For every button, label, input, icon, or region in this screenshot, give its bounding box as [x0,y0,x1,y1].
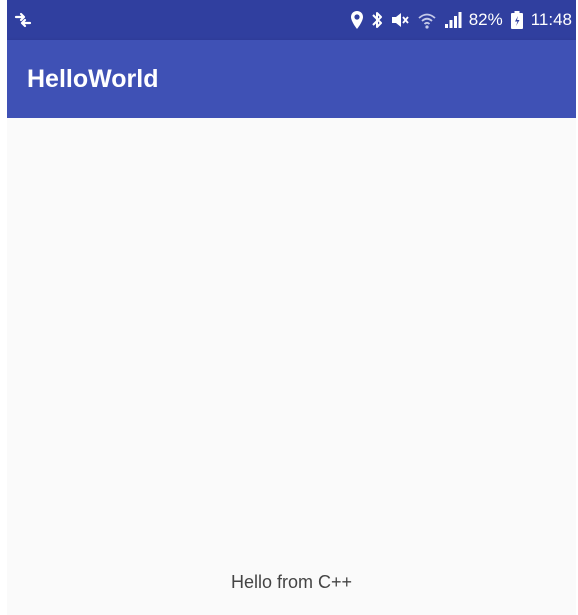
status-icons: 82% 11:48 [350,0,572,40]
device-frame: 82% 11:48 HelloWorld Hello from C++ [0,0,578,615]
app-bar: HelloWorld [7,40,576,118]
app-screen: 82% 11:48 HelloWorld Hello from C++ [7,0,576,615]
mute-icon [390,9,410,31]
location-icon [350,9,364,31]
app-title: HelloWorld [27,65,159,93]
hello-message: Hello from C++ [230,572,353,592]
bluetooth-icon [371,9,383,31]
signal-icon [444,9,462,31]
wifi-icon [417,9,437,31]
status-bar: 82% 11:48 [7,0,576,40]
sync-icon [11,8,35,32]
battery-icon [510,9,524,31]
battery-percent: 82% [468,10,503,29]
main-content: Hello from C++ [7,118,576,615]
status-time: 11:48 [530,10,572,29]
